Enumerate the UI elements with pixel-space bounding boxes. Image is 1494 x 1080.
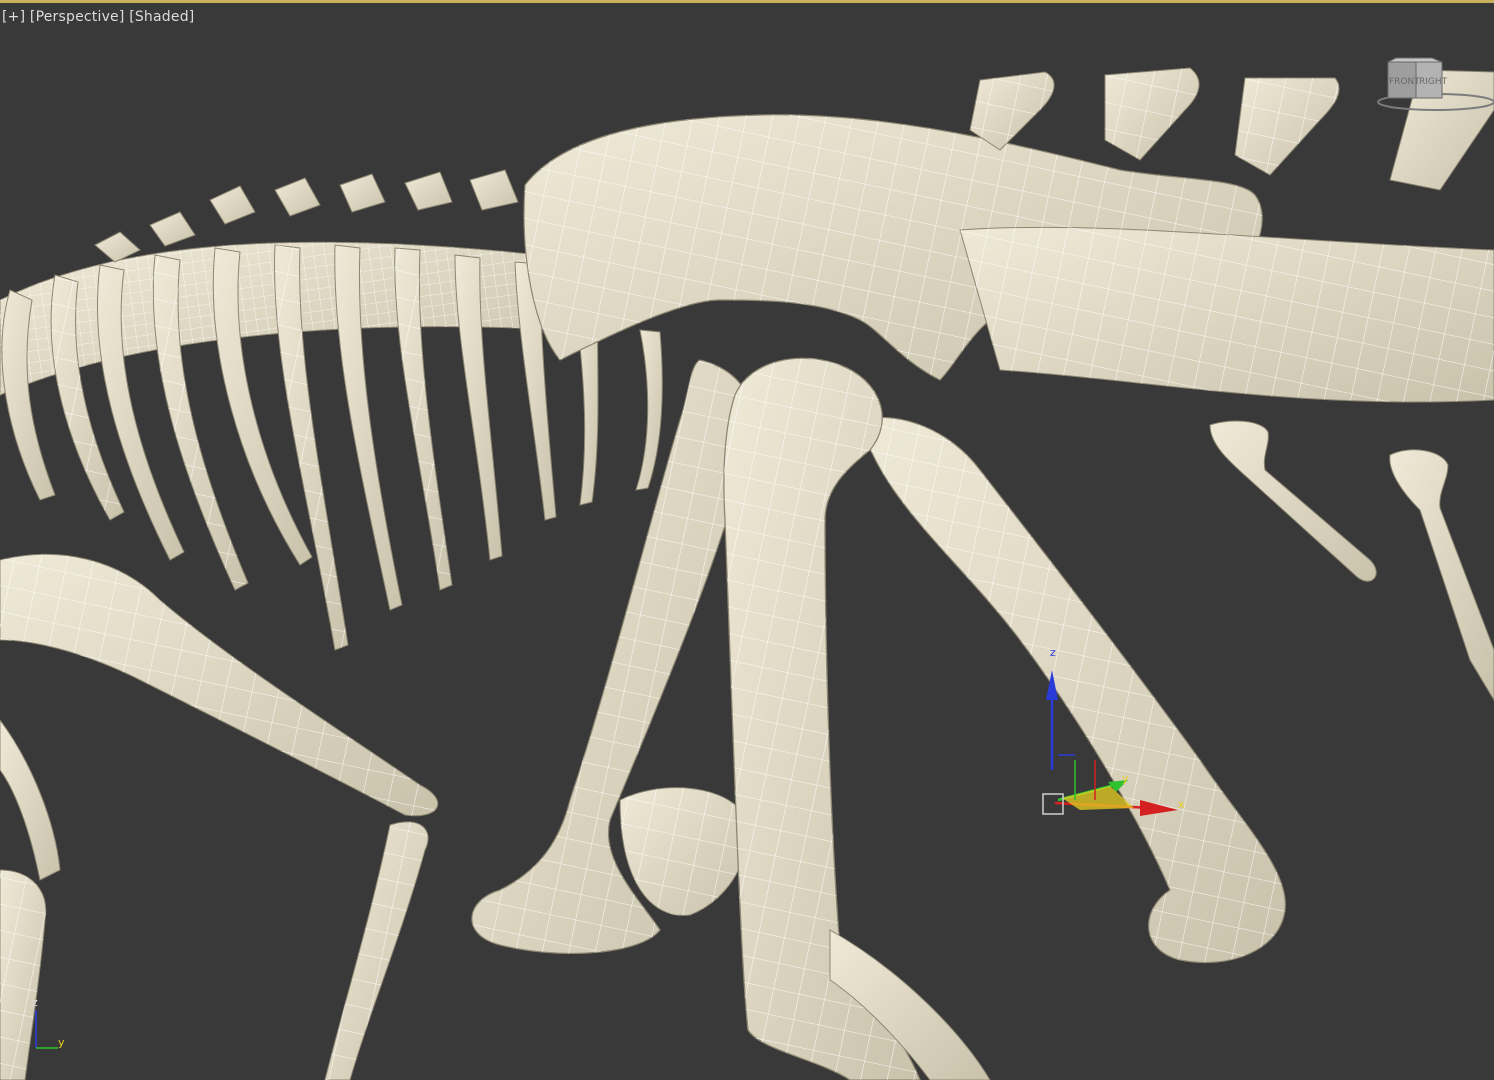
gizmo-y-label: y: [1122, 772, 1129, 785]
viewport-shading-menu[interactable]: [Shaded]: [129, 9, 194, 25]
world-axis-tripod: z y: [32, 996, 65, 1049]
viewcube-right-label: RIGHT: [1419, 77, 1448, 87]
world-z-label: z: [32, 996, 38, 1009]
viewport-point-of-view-menu[interactable]: [Perspective]: [30, 9, 125, 25]
gizmo-z-label: z: [1050, 646, 1056, 659]
gizmo-x-label: x: [1178, 798, 1185, 811]
pelvis-ischium[interactable]: [859, 416, 1286, 964]
front-leg-left[interactable]: [0, 553, 439, 1080]
viewport-label: [+] [Perspective] [Shaded]: [2, 9, 194, 25]
perspective-viewport[interactable]: z x y z y FRONT RIGHT [+] [Perspective] …: [0, 0, 1494, 1080]
viewcube-front-label: FRONT: [1389, 77, 1420, 87]
viewcube[interactable]: FRONT RIGHT: [1366, 56, 1494, 116]
world-y-label: y: [58, 1036, 65, 1049]
viewport-general-menu[interactable]: [+]: [2, 9, 25, 25]
viewport-scene[interactable]: z x y z y: [0, 0, 1494, 1080]
chevron-bones[interactable]: [1209, 420, 1494, 701]
tail-vertebrae[interactable]: [959, 67, 1494, 403]
pelvis-pubis[interactable]: [471, 359, 754, 955]
